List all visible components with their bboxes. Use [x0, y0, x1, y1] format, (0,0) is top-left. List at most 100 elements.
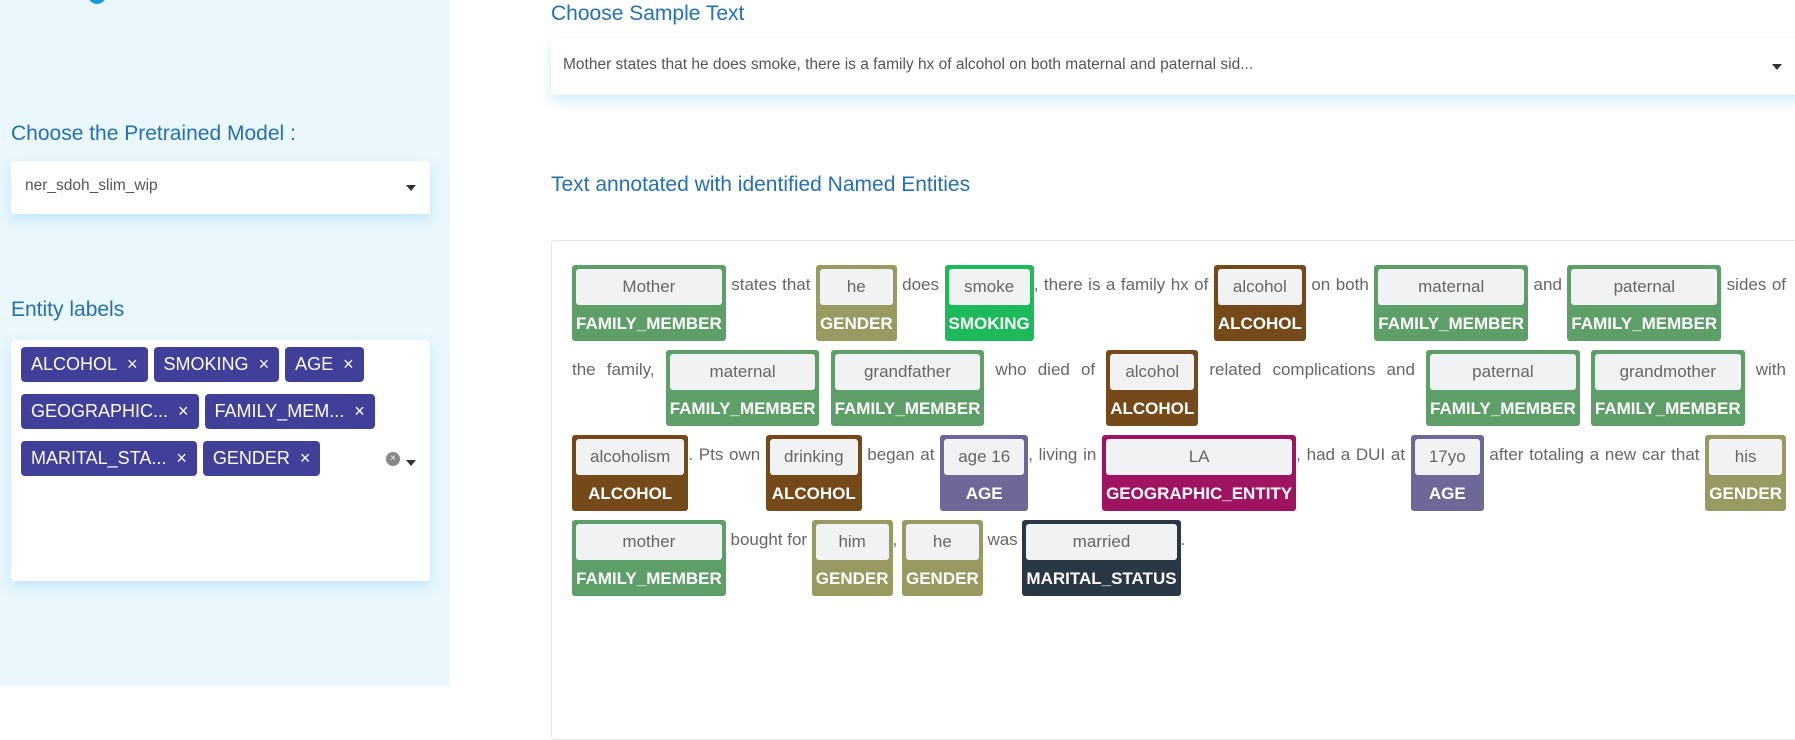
- entity-tag-label: ALCOHOL: [31, 354, 118, 374]
- entity-chunk: grandfather: [834, 354, 981, 390]
- entity-gender: he GENDER: [901, 520, 983, 596]
- remove-tag-icon[interactable]: ×: [343, 354, 354, 375]
- plain-text: was: [982, 530, 1023, 549]
- plain-text: .: [1180, 530, 1186, 549]
- entity-label: FAMILY_MEMBER: [1378, 314, 1525, 333]
- plain-text: , had a DUI at: [1296, 445, 1411, 464]
- plain-text: bought for: [725, 530, 812, 549]
- entity-tag: AGE ×: [285, 347, 364, 382]
- model-heading: Choose the Pretrained Model :: [11, 122, 296, 145]
- plain-text: . Pts own: [688, 445, 766, 464]
- entity-family-member: paternal FAMILY_MEMBER: [1426, 350, 1580, 426]
- plain-text: and: [1528, 275, 1568, 294]
- entity-chunk: his: [1709, 439, 1782, 475]
- entity-gender: he GENDER: [815, 265, 897, 341]
- sample-text-heading: Choose Sample Text: [551, 2, 745, 25]
- plain-text: related complications and: [1198, 360, 1426, 379]
- entity-chunk: 17yo: [1414, 439, 1480, 475]
- entity-chunk: Mother: [576, 269, 722, 305]
- entity-label: ALCOHOL: [771, 484, 856, 503]
- plain-text: with: [1744, 360, 1786, 379]
- entity-tag: GENDER ×: [202, 441, 321, 476]
- entity-smoking: smoke SMOKING: [944, 265, 1034, 341]
- entity-label: ALCOHOL: [588, 484, 673, 503]
- entity-tag-label: FAMILY_MEM...: [214, 401, 345, 421]
- entity-labels-heading: Entity labels: [11, 298, 125, 321]
- plain-text: [819, 360, 830, 379]
- remove-tag-icon[interactable]: ×: [354, 401, 365, 422]
- remove-tag-icon[interactable]: ×: [176, 448, 187, 469]
- entity-tag: MARITAL_STA... ×: [21, 441, 197, 476]
- clear-all-icon[interactable]: ×: [386, 452, 400, 466]
- sample-text-select[interactable]: Mother states that he does smoke, there …: [551, 38, 1795, 95]
- entity-gender: him GENDER: [811, 520, 893, 596]
- chevron-down-icon[interactable]: [406, 460, 416, 466]
- entity-chunk: grandmother: [1594, 354, 1741, 390]
- logo-icon: [88, 0, 106, 4]
- entity-tag-label: SMOKING: [163, 354, 249, 374]
- entity-chunk: married: [1026, 524, 1177, 560]
- remove-tag-icon[interactable]: ×: [178, 401, 189, 422]
- plain-text: , living in: [1028, 445, 1103, 464]
- entity-family-member: paternal FAMILY_MEMBER: [1567, 265, 1722, 341]
- entity-chunk: he: [819, 269, 893, 305]
- entity-chunk: him: [815, 524, 889, 560]
- entity-label: GENDER: [905, 569, 979, 588]
- annotated-heading: Text annotated with identified Named Ent…: [551, 173, 971, 196]
- entity-label: FAMILY_MEMBER: [576, 314, 722, 333]
- plain-text: began at: [861, 445, 941, 464]
- entity-chunk: he: [905, 524, 979, 560]
- entity-chunk: age 16: [944, 439, 1025, 475]
- entity-geographic-entity: LA GEOGRAPHIC_ENTITY: [1102, 435, 1297, 511]
- entity-family-member: grandfather FAMILY_MEMBER: [830, 350, 985, 426]
- entity-label: GENDER: [819, 314, 893, 333]
- entity-label: FAMILY_MEMBER: [1430, 399, 1576, 418]
- entity-chunk: paternal: [1430, 354, 1576, 390]
- entity-label: GENDER: [1709, 484, 1782, 503]
- entity-label: FAMILY_MEMBER: [576, 569, 722, 588]
- entity-age: age 16 AGE: [940, 435, 1029, 511]
- chevron-down-icon[interactable]: [1772, 63, 1782, 70]
- entity-chunk: alcohol: [1110, 354, 1195, 390]
- entity-tag: GEOGRAPHIC... ×: [21, 394, 199, 429]
- entity-chunk: maternal: [669, 354, 816, 390]
- entity-chunk: paternal: [1571, 269, 1718, 305]
- model-select-value: ner_sdoh_slim_wip: [25, 177, 158, 194]
- plain-text: who died of: [984, 360, 1107, 379]
- sidebar: Choose the Pretrained Model : ner_sdoh_s…: [0, 0, 450, 686]
- entity-label: ALCOHOL: [1217, 314, 1302, 333]
- entity-chunk: maternal: [1378, 269, 1525, 305]
- entity-chunk: smoke: [948, 269, 1030, 305]
- entity-tag: SMOKING ×: [153, 347, 280, 382]
- entity-gender: his GENDER: [1705, 435, 1786, 511]
- entity-tag: FAMILY_MEM... ×: [204, 394, 375, 429]
- remove-tag-icon[interactable]: ×: [127, 354, 138, 375]
- entity-age: 17yo AGE: [1410, 435, 1484, 511]
- plain-text: after totaling a new car that: [1483, 445, 1706, 464]
- entity-tag-label: MARITAL_STA...: [31, 448, 167, 468]
- entity-labels-multiselect[interactable]: ALCOHOL × SMOKING × AGE × GEOGRAPHIC... × FAMILY…: [11, 340, 430, 581]
- plain-text: ,: [892, 530, 902, 549]
- entity-label: SMOKING: [948, 314, 1030, 333]
- entity-marital-status: married MARITAL_STATUS: [1022, 520, 1181, 596]
- entity-label: GENDER: [815, 569, 889, 588]
- entity-label: MARITAL_STATUS: [1026, 569, 1177, 588]
- entity-chunk: LA: [1106, 439, 1293, 475]
- entity-chunk: drinking: [769, 439, 858, 475]
- plain-text: [1580, 360, 1591, 379]
- remove-tag-icon[interactable]: ×: [300, 448, 311, 469]
- model-select[interactable]: ner_sdoh_slim_wip: [11, 161, 430, 214]
- chevron-down-icon[interactable]: [406, 184, 416, 191]
- plain-text: , there is a family hx of: [1033, 275, 1214, 294]
- remove-tag-icon[interactable]: ×: [259, 354, 270, 375]
- entity-family-member: maternal FAMILY_MEMBER: [665, 350, 820, 426]
- entity-tag-label: GENDER: [212, 448, 290, 468]
- sample-text-value: Mother states that he does smoke, there …: [563, 56, 1254, 73]
- entity-family-member: maternal FAMILY_MEMBER: [1374, 265, 1529, 341]
- entity-chunk: alcoholism: [576, 439, 685, 475]
- entity-chunk: alcohol: [1217, 269, 1302, 305]
- entity-tag-label: GEOGRAPHIC...: [31, 401, 169, 421]
- entity-label: AGE: [965, 484, 1003, 503]
- entity-label: FAMILY_MEMBER: [1571, 314, 1718, 333]
- annotated-text-panel: Mother FAMILY_MEMBER states that he GENDER…: [551, 240, 1795, 740]
